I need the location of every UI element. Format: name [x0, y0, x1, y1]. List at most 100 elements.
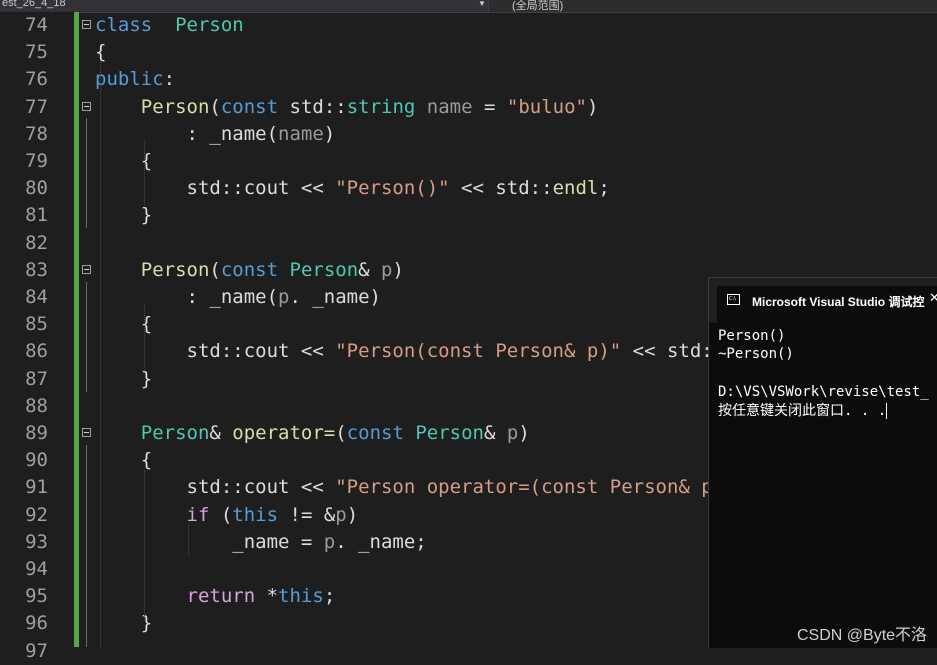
code-token: Person	[415, 422, 484, 444]
code-line[interactable]: 96 }	[0, 610, 708, 637]
code-token: )	[586, 95, 599, 118]
code-token: (	[335, 422, 347, 444]
code-token: Person	[140, 422, 210, 444]
code-token: &	[209, 422, 233, 444]
code-token: :	[163, 68, 176, 91]
code-text: std::cout << "Person operator=(const Per…	[95, 474, 725, 501]
code-line[interactable]: 82	[0, 230, 708, 257]
code-token: . _name)	[289, 286, 381, 308]
code-text: if (this != &p)	[95, 502, 359, 529]
line-number: 83	[25, 258, 48, 281]
close-icon[interactable]: ✕	[929, 291, 937, 306]
line-number: 95	[25, 585, 48, 608]
collapse-icon[interactable]	[82, 101, 91, 111]
code-token: : _name(	[95, 122, 279, 145]
line-number: 94	[25, 558, 48, 580]
code-token: const	[220, 95, 279, 118]
code-token: this	[278, 585, 324, 608]
code-token: != &	[278, 503, 336, 526]
code-line[interactable]: 97	[0, 638, 708, 665]
code-token: &	[358, 258, 382, 281]
line-number: 97	[25, 639, 48, 662]
code-token: return	[186, 585, 256, 608]
code-line[interactable]: 79 {	[0, 148, 708, 175]
code-line[interactable]: 84 : _name(p. _name)	[0, 284, 708, 311]
collapse-icon[interactable]	[82, 428, 91, 437]
line-number: 92	[25, 503, 48, 526]
line-number: 91	[25, 476, 48, 499]
code-line[interactable]: 83 Person(const Person& p)	[0, 257, 708, 284]
line-number: 88	[25, 394, 48, 417]
console-output-line: D:\VS\VSWork\revise\test_	[718, 384, 929, 400]
code-line[interactable]: 75{	[0, 39, 708, 66]
watermark: CSDN @Byte不洛	[797, 627, 928, 644]
collapse-icon[interactable]	[82, 20, 91, 29]
code-token: _name =	[95, 530, 324, 553]
indent-guide	[144, 305, 145, 370]
line-number: 74	[25, 14, 48, 36]
code-line[interactable]: 77 Person(const std::string name = "bulu…	[0, 94, 708, 121]
code-line[interactable]: 81 }	[0, 202, 708, 229]
code-line[interactable]: 88	[0, 393, 708, 420]
console-prompt-text: 按任意键关闭此窗口. . .	[718, 403, 887, 419]
line-number: 77	[25, 95, 48, 118]
code-line[interactable]: 90 {	[0, 447, 708, 474]
code-token: : _name(	[95, 286, 279, 308]
code-token: )	[518, 422, 530, 444]
code-token: {	[95, 449, 153, 472]
fold-bracket	[86, 118, 87, 228]
code-token: Person	[175, 14, 244, 36]
project-dropdown[interactable]: est_26_4_18	[0, 0, 489, 11]
code-line[interactable]: 89 Person& operator=(const Person& p)	[0, 420, 708, 447]
code-token: p	[335, 503, 347, 526]
code-token: &	[484, 422, 507, 444]
console-output-line: 按任意键关闭此窗口. . .	[718, 402, 888, 421]
code-token: (	[209, 503, 233, 526]
code-token: const	[220, 258, 279, 281]
code-line[interactable]: 76 public:	[0, 66, 708, 93]
line-number: 80	[25, 177, 48, 200]
indent-guide	[100, 60, 101, 647]
code-token: public	[95, 68, 164, 91]
code-text: Person(const Person& p)	[95, 257, 404, 284]
code-line[interactable]: 85 {	[0, 311, 708, 338]
code-token: class	[95, 14, 153, 36]
code-token: *	[255, 585, 279, 608]
code-token: )	[346, 503, 359, 526]
code-line[interactable]: 91 std::cout << "Person operator=(const …	[0, 474, 724, 501]
code-text: public:	[95, 66, 175, 93]
code-line[interactable]: 78 : _name(name)	[0, 121, 708, 148]
code-text: std::cout << "Person(const Person& p)" <…	[95, 338, 725, 365]
code-token: Person	[140, 258, 210, 281]
code-token: Person	[140, 95, 210, 118]
text-cursor	[886, 403, 888, 419]
line-number: 84	[25, 286, 48, 308]
line-number: 82	[25, 231, 48, 254]
code-token: "Person operator=(const Person& p)	[335, 476, 725, 499]
code-token: std::	[278, 95, 347, 118]
code-line[interactable]: 86 std::cout << "Person(const Person& p)…	[0, 338, 724, 365]
code-token: std::cout <<	[95, 476, 336, 499]
code-token: ;	[323, 585, 336, 608]
debug-console-window[interactable]: C:\ Microsoft Visual Studio 调试控 ✕ Person…	[708, 277, 937, 648]
code-line[interactable]: 80 std::cout << "Person()" << std::endl;	[0, 175, 708, 202]
code-token: ;	[598, 177, 610, 200]
code-line[interactable]: 74 class Person	[0, 12, 708, 39]
code-line[interactable]: 94	[0, 556, 708, 583]
code-line[interactable]: 87 }	[0, 366, 708, 393]
chevron-down-icon[interactable]: ▼	[478, 0, 486, 8]
code-text: Person(const std::string name = "buluo")	[95, 94, 599, 121]
code-token: }	[95, 204, 153, 227]
code-token: operator=	[232, 422, 336, 444]
collapse-icon[interactable]	[82, 264, 91, 274]
code-line[interactable]: 93 _name = p. _name;	[0, 529, 708, 556]
console-title: Microsoft Visual Studio 调试控	[752, 295, 925, 309]
code-text: return *this;	[95, 583, 336, 610]
code-line[interactable]: 92 if (this != &p)	[0, 502, 708, 529]
code-line[interactable]: 95 return *this;	[0, 583, 708, 610]
